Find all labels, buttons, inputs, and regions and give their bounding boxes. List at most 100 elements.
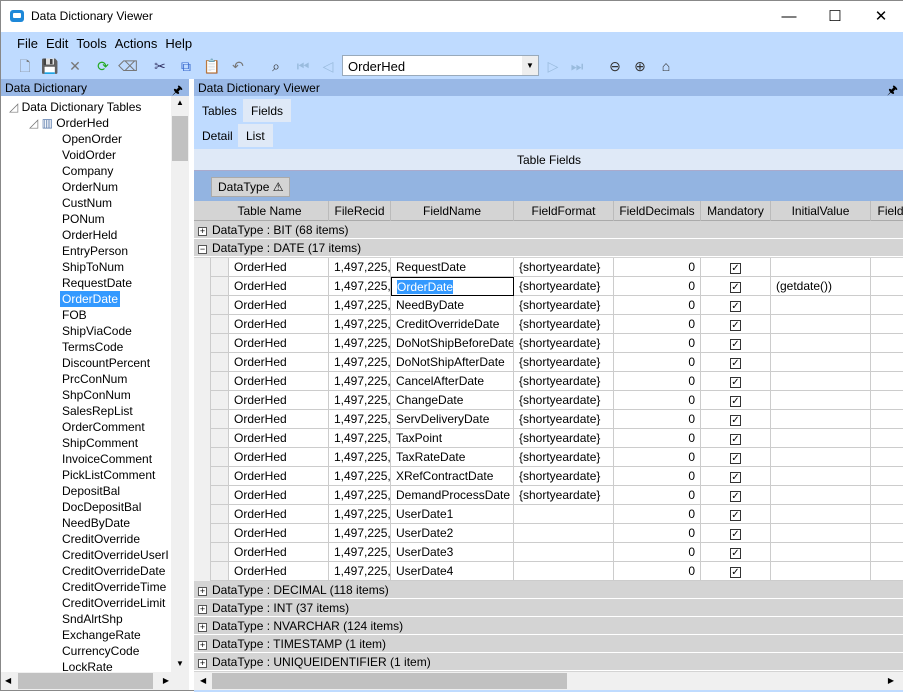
tree-scrollbar[interactable]: ▲ ▼ — [171, 96, 189, 672]
tree-field-item[interactable]: SalesRepList — [62, 403, 133, 419]
cell[interactable]: 1,497,225, — [329, 543, 391, 562]
cell[interactable]: 0 — [614, 277, 701, 296]
mandatory-checkbox[interactable]: ✓ — [730, 415, 741, 426]
cell[interactable] — [771, 315, 871, 334]
cell[interactable]: 1,497,225, — [329, 353, 391, 372]
cell[interactable]: 0 — [614, 296, 701, 315]
cell[interactable]: ServDeliveryDate — [391, 410, 514, 429]
cell[interactable]: 0 — [614, 353, 701, 372]
tree-field-item[interactable]: OpenOrder — [62, 131, 122, 147]
cell[interactable]: XRefContractDate — [391, 467, 514, 486]
menu-actions[interactable]: Actions — [111, 32, 162, 51]
cell[interactable]: {shortyeardate} — [514, 429, 614, 448]
cell[interactable]: 0 — [614, 372, 701, 391]
cell[interactable]: ✓ — [701, 486, 771, 505]
cell[interactable]: 0 — [614, 448, 701, 467]
menu-edit[interactable]: Edit — [42, 32, 72, 51]
cell[interactable]: {shortyeardate} — [514, 410, 614, 429]
expand-icon[interactable]: + — [198, 227, 207, 236]
cell[interactable]: 1,497,225, — [329, 467, 391, 486]
minimize-button[interactable]: — — [766, 1, 812, 32]
cell[interactable]: 0 — [614, 486, 701, 505]
last-record-icon[interactable]: ⏭ — [567, 56, 587, 76]
cell[interactable]: ChangeDate — [391, 391, 514, 410]
cell[interactable]: OrderHed — [229, 448, 329, 467]
tree-field-item[interactable]: NeedByDate — [62, 515, 130, 531]
group-row[interactable]: + DataType : UNIQUEIDENTIFIER (1 item) — [194, 653, 903, 671]
save-icon[interactable]: 💾 — [40, 56, 60, 76]
tree-field-item[interactable]: PickListComment — [62, 467, 155, 483]
column-header[interactable]: FieldName — [391, 201, 514, 221]
cell[interactable] — [771, 410, 871, 429]
tree-field-item[interactable]: DepositBal — [62, 483, 120, 499]
cell[interactable] — [771, 467, 871, 486]
cell[interactable] — [871, 410, 903, 429]
cell[interactable]: 0 — [614, 524, 701, 543]
cell[interactable] — [871, 372, 903, 391]
cell[interactable] — [871, 486, 903, 505]
collapse-icon[interactable]: − — [198, 245, 207, 254]
cell[interactable]: UserDate4 — [391, 562, 514, 581]
cell[interactable]: ✓ — [701, 334, 771, 353]
cell[interactable]: ✓ — [701, 277, 771, 296]
tree-field-item[interactable]: EntryPerson — [62, 243, 128, 259]
cell[interactable]: UserDate1 — [391, 505, 514, 524]
cell[interactable]: 0 — [614, 505, 701, 524]
column-header[interactable]: FieldDecimals — [614, 201, 701, 221]
expand-icon[interactable]: + — [198, 587, 207, 596]
cell[interactable]: DemandProcessDate — [391, 486, 514, 505]
tree-field-item[interactable]: ShipViaCode — [62, 323, 132, 339]
cell[interactable]: ✓ — [701, 429, 771, 448]
cell[interactable]: ✓ — [701, 391, 771, 410]
group-by-datatype[interactable]: DataType ⚠ — [211, 177, 291, 197]
mandatory-checkbox[interactable]: ✓ — [730, 377, 741, 388]
cell[interactable]: ✓ — [701, 258, 771, 277]
table-row[interactable]: OrderHed 1,497,225, ChangeDate {shortyearda… — [194, 391, 903, 410]
tree-field-item[interactable]: OrderComment — [62, 419, 145, 435]
column-header[interactable]: Table Name — [211, 201, 329, 221]
table-combo[interactable]: OrderHed ▼ — [342, 55, 539, 76]
cell[interactable]: 0 — [614, 258, 701, 277]
mandatory-checkbox[interactable]: ✓ — [730, 358, 741, 369]
cell[interactable]: CreditOverrideDate — [391, 315, 514, 334]
cell[interactable] — [871, 448, 903, 467]
cell[interactable]: OrderHed — [229, 562, 329, 581]
cell[interactable] — [771, 334, 871, 353]
cell[interactable]: 1,497,225, — [329, 448, 391, 467]
close-button[interactable]: ✕ — [858, 1, 903, 32]
cell[interactable]: {shortyeardate} — [514, 258, 614, 277]
table-row[interactable]: OrderHed 1,497,225, UserDate3 0 ✓ — [194, 543, 903, 562]
tab-detail[interactable]: Detail — [194, 124, 241, 147]
cut-icon[interactable]: ✂ — [150, 56, 170, 76]
column-header[interactable]: FileRecid — [329, 201, 391, 221]
cell[interactable] — [771, 524, 871, 543]
cell[interactable] — [771, 372, 871, 391]
cell[interactable]: {shortyeardate} — [514, 391, 614, 410]
cell[interactable]: ✓ — [701, 524, 771, 543]
cell[interactable]: 1,497,225, — [329, 277, 391, 296]
cell[interactable]: ✓ — [701, 505, 771, 524]
search-icon[interactable]: ⌕ — [266, 56, 286, 76]
cell[interactable]: ✓ — [701, 448, 771, 467]
table-row[interactable]: OrderHed 1,497,225, UserDate2 0 ✓ — [194, 524, 903, 543]
menu-help[interactable]: Help — [161, 32, 196, 51]
cell[interactable]: OrderHed — [229, 391, 329, 410]
clear-icon[interactable]: ⌫ — [118, 56, 138, 76]
cell[interactable] — [514, 505, 614, 524]
cell[interactable]: CancelAfterDate — [391, 372, 514, 391]
tree-field-item[interactable]: OrderHeld — [62, 227, 117, 243]
cell[interactable] — [771, 258, 871, 277]
cell[interactable]: ✓ — [701, 372, 771, 391]
cell[interactable]: OrderHed — [229, 505, 329, 524]
tree-field-item[interactable]: ShipToNum — [62, 259, 124, 275]
cell[interactable] — [871, 258, 903, 277]
cell[interactable]: {shortyeardate} — [514, 277, 614, 296]
tree-field-item[interactable]: FOB — [62, 307, 87, 323]
table-row[interactable]: ▶OrderHed1,497,225,OrderDate{shortyearda… — [194, 277, 903, 296]
previous-record-icon[interactable]: ◁ — [318, 56, 338, 76]
cell[interactable] — [771, 429, 871, 448]
cell[interactable] — [514, 524, 614, 543]
cell[interactable]: RequestDate — [391, 258, 514, 277]
mandatory-checkbox[interactable]: ✓ — [730, 548, 741, 559]
tree-field-item[interactable]: PrcConNum — [62, 371, 127, 387]
